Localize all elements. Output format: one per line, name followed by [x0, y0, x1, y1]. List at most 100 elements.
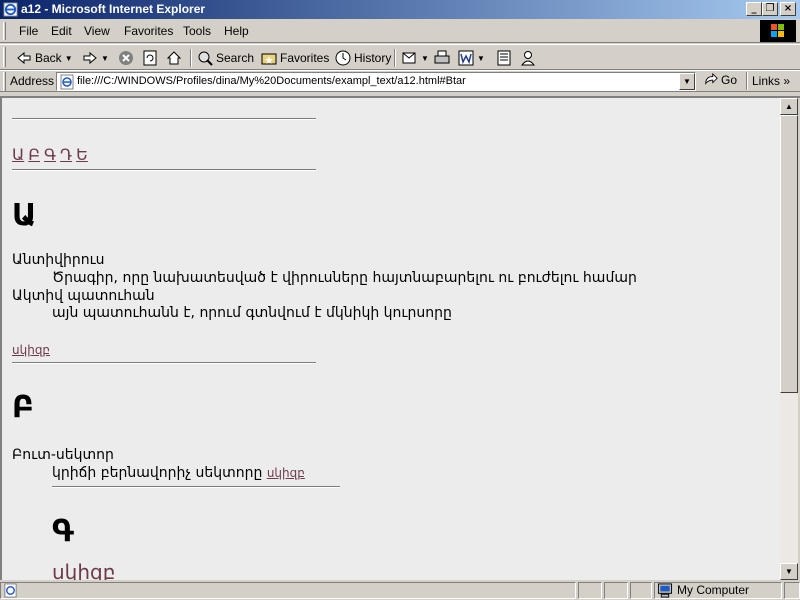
menu-bar: File Edit View Favorites Tools Help — [0, 19, 800, 43]
edit-button[interactable]: ▼ — [458, 48, 485, 68]
computer-icon — [657, 583, 673, 598]
links-button[interactable]: Links » — [752, 74, 790, 88]
address-bar: Address file:///C:/WINDOWS/Profiles/dina… — [0, 70, 800, 92]
index-link-a[interactable]: Ա — [12, 145, 24, 164]
resize-grip[interactable] — [784, 582, 800, 599]
forward-button[interactable]: ▼ — [82, 48, 109, 68]
discuss-button[interactable] — [496, 48, 512, 68]
address-separator — [746, 72, 748, 90]
scroll-up-button[interactable]: ▲ — [780, 98, 798, 115]
menu-help[interactable]: Help — [224, 24, 249, 38]
status-cell — [578, 582, 602, 599]
menu-file[interactable]: File — [19, 24, 38, 38]
back-to-top-link[interactable]: սկիզբ — [12, 343, 50, 357]
go-label: Go — [721, 73, 738, 87]
menu-tools[interactable]: Tools — [183, 24, 211, 38]
definition-text: կրիճի բերնավորիչ սեկտորը — [52, 465, 263, 481]
menu-view[interactable]: View — [84, 24, 110, 38]
glossary-definition: Ծրագիր, որը նախատեսված է վիրուսները հայտ… — [52, 270, 637, 286]
section-heading-b: Բ — [12, 390, 34, 425]
address-dropdown-button[interactable]: ▼ — [679, 73, 695, 90]
toolbar-separator — [394, 49, 396, 67]
security-zone-cell: My Computer — [654, 582, 782, 599]
print-button[interactable] — [434, 48, 450, 68]
back-to-top-link[interactable]: սկիզբ — [267, 466, 305, 480]
favorites-button[interactable]: Favorites — [261, 48, 329, 68]
status-cell — [604, 582, 628, 599]
index-link-g[interactable]: Գ — [44, 145, 56, 164]
ie-page-icon — [3, 2, 18, 17]
glossary-term: Անտիվիրուս — [12, 252, 105, 268]
windows-flag-icon — [771, 24, 784, 37]
forward-dropdown-icon[interactable]: ▼ — [101, 54, 109, 63]
word-edit-icon — [458, 50, 474, 66]
windows-logo — [760, 20, 796, 42]
title-bar[interactable]: a12 - Microsoft Internet Explorer _ ❐ × — [0, 0, 800, 19]
toolbar-grip[interactable] — [3, 47, 6, 67]
refresh-icon — [143, 50, 157, 66]
go-arrow-icon — [705, 73, 718, 85]
history-icon — [335, 50, 351, 66]
scroll-thumb[interactable] — [780, 115, 798, 393]
restore-button[interactable]: ❐ — [762, 2, 778, 16]
vertical-scrollbar[interactable]: ▲ ▼ — [780, 98, 798, 580]
status-text-cell — [0, 582, 576, 599]
status-bar: My Computer — [0, 581, 800, 600]
toolbar-separator — [190, 49, 192, 67]
back-to-top-link[interactable]: սկիզբ — [52, 560, 115, 580]
back-dropdown-icon[interactable]: ▼ — [65, 54, 73, 63]
back-button[interactable]: Back ▼ — [16, 48, 73, 68]
edit-dropdown-icon[interactable]: ▼ — [477, 54, 485, 63]
history-button[interactable]: History — [335, 48, 391, 68]
scroll-down-button[interactable]: ▼ — [780, 563, 798, 580]
search-icon — [198, 51, 213, 66]
section-heading-a: Ա — [12, 198, 37, 233]
messenger-user-icon — [520, 51, 536, 66]
close-button[interactable]: × — [780, 2, 796, 16]
discuss-icon — [497, 50, 511, 66]
mail-button[interactable]: ▼ — [402, 48, 429, 68]
horizontal-rule — [12, 169, 316, 171]
minimize-button[interactable]: _ — [746, 2, 762, 16]
stop-icon — [119, 51, 133, 65]
index-link-e[interactable]: Ե — [76, 145, 88, 164]
go-button[interactable]: Go — [704, 73, 737, 87]
address-grip[interactable] — [3, 72, 6, 91]
horizontal-rule — [12, 362, 316, 364]
search-button[interactable]: Search — [197, 48, 254, 68]
search-label: Search — [216, 51, 255, 65]
horizontal-rule — [12, 118, 316, 120]
back-label: Back — [35, 51, 62, 65]
page-content[interactable]: ԱԲԳԴԵ Ա Անտիվիրուս Ծրագիր, որը նախատեսվա… — [2, 98, 780, 580]
refresh-button[interactable] — [142, 48, 158, 68]
mail-icon — [402, 52, 416, 64]
history-label: History — [354, 51, 392, 65]
page-status-icon — [4, 583, 17, 598]
horizontal-rule — [52, 486, 340, 488]
page-icon — [60, 74, 74, 90]
address-url: file:///C:/WINDOWS/Profiles/dina/My%20Do… — [77, 75, 466, 87]
home-icon — [166, 51, 182, 65]
browser-window: a12 - Microsoft Internet Explorer _ ❐ × … — [0, 0, 800, 600]
standard-toolbar: Back ▼ ▼ Search Favorites History ▼ ▼ — [0, 44, 800, 70]
messenger-button[interactable] — [520, 48, 536, 68]
menu-favorites[interactable]: Favorites — [124, 24, 173, 38]
favorites-label: Favorites — [280, 51, 330, 65]
section-heading-g: Գ — [52, 514, 74, 549]
index-link-b[interactable]: Բ — [28, 145, 40, 164]
address-input[interactable]: file:///C:/WINDOWS/Profiles/dina/My%20Do… — [56, 72, 696, 91]
forward-arrow-icon — [83, 51, 97, 65]
index-link-d[interactable]: Դ — [60, 145, 72, 164]
security-zone-label: My Computer — [677, 583, 750, 597]
alphabet-index: ԱԲԳԴԵ — [12, 145, 92, 164]
glossary-term: Բուտ-սեկտոր — [12, 447, 114, 463]
home-button[interactable] — [166, 48, 182, 68]
menu-edit[interactable]: Edit — [51, 24, 72, 38]
back-arrow-icon — [17, 51, 31, 65]
glossary-definition: այն պատուհանն է, որում գտնվում է մկնիկի … — [52, 305, 452, 321]
mail-dropdown-icon[interactable]: ▼ — [421, 54, 429, 63]
menu-grip[interactable] — [3, 22, 6, 40]
favorites-folder-icon — [261, 53, 277, 65]
stop-button[interactable] — [118, 48, 134, 68]
window-title: a12 - Microsoft Internet Explorer — [21, 2, 206, 16]
